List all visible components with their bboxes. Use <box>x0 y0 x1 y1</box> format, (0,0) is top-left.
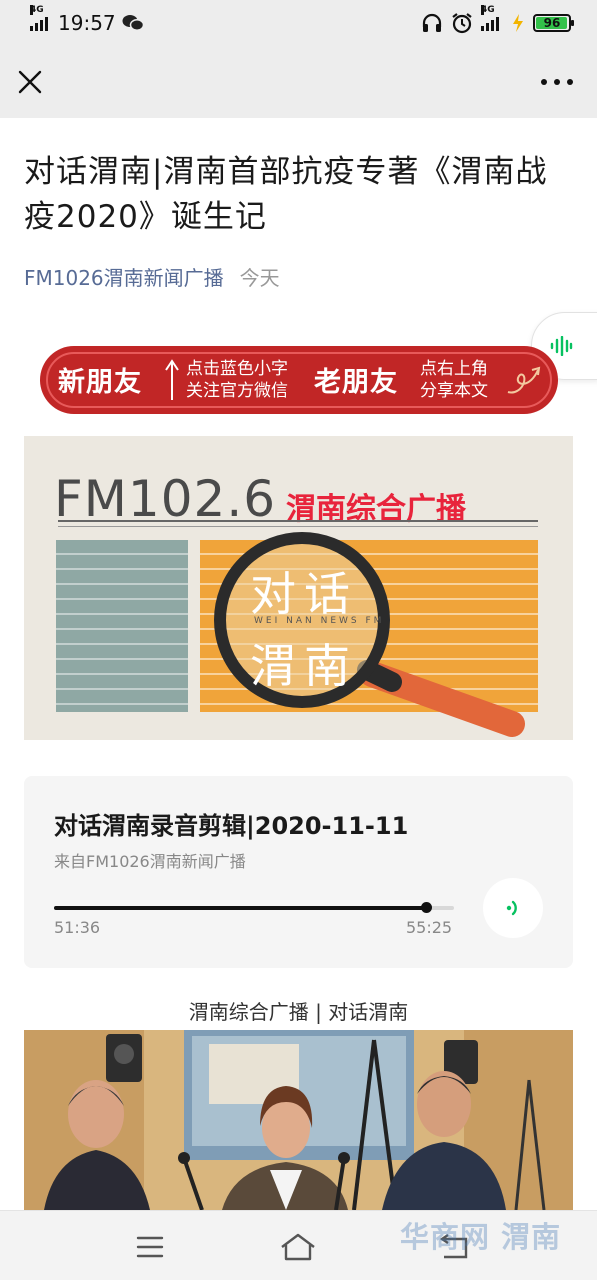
studio-photo <box>24 1030 573 1210</box>
headphones-icon <box>422 13 442 32</box>
audio-current-time: 51:36 <box>54 918 101 937</box>
signal-icon-2: 4G <box>481 5 499 31</box>
article-meta: FM1026渭南新闻广播 今天 <box>24 262 280 291</box>
close-icon <box>18 70 42 94</box>
new-hint-2: 关注官方微信 <box>186 381 288 401</box>
alarm-icon <box>452 13 472 34</box>
home-button[interactable] <box>278 1231 318 1263</box>
clock: 19:57 <box>58 11 116 35</box>
cover-show-subtitle: WEI NAN NEWS FM <box>254 616 385 626</box>
cover-show-line1: 对话 <box>250 567 358 621</box>
publish-date: 今天 <box>239 266 280 290</box>
signal-icon: 4G <box>30 5 48 31</box>
watermark: 华商网 渭南 <box>400 1220 562 1254</box>
top-nav <box>0 46 597 118</box>
old-friend-label: 老朋友 <box>314 367 398 398</box>
account-link[interactable]: FM1026渭南新闻广播 <box>24 262 224 291</box>
charging-icon <box>513 14 523 32</box>
more-button[interactable] <box>541 70 573 94</box>
progress-thumb[interactable] <box>421 902 432 913</box>
old-hint-1: 点右上角 <box>420 359 488 379</box>
new-friend-label: 新朋友 <box>58 367 142 398</box>
audio-title: 对话渭南录音剪辑|2020-11-11 <box>54 812 409 840</box>
more-icon <box>541 79 547 85</box>
audio-play-button[interactable] <box>483 878 543 938</box>
curl-arrow-icon <box>507 366 541 394</box>
status-bar: 4G 19:57 4G 96 <box>0 0 597 46</box>
wechat-icon <box>122 15 144 31</box>
audio-wave-icon <box>550 336 573 356</box>
menu-button[interactable] <box>130 1231 170 1263</box>
audio-player-card[interactable]: 对话渭南录音剪辑|2020-11-11 来自FM1026渭南新闻广播 51:36… <box>24 776 573 968</box>
menu-icon <box>136 1236 164 1258</box>
old-hint-2: 分享本文 <box>420 381 488 401</box>
new-hint-1: 点击蓝色小字 <box>186 359 288 379</box>
audio-total-time: 55:25 <box>406 918 453 937</box>
arrow-up-icon <box>165 359 179 400</box>
photo-caption: 渭南综合广播 | 对话渭南 <box>188 1000 409 1024</box>
play-icon <box>506 900 517 916</box>
studio-photo-illustration <box>24 1030 573 1210</box>
close-button[interactable] <box>14 66 46 98</box>
cover-show-line2: 渭南 <box>250 639 358 693</box>
article-title: 对话渭南|渭南首部抗疫专著《渭南战疫2020》诞生记 <box>24 154 548 235</box>
follow-banner: 新朋友 点击蓝色小字 关注官方微信 老朋友 点右上角 分享本文 <box>40 346 558 414</box>
battery-indicator: 96 <box>533 14 574 32</box>
home-icon <box>281 1233 315 1261</box>
audio-progress-bar[interactable] <box>54 902 454 913</box>
cover-image: FM102.6 渭南综合广播 对话 WEI NAN NEWS FM 渭南 <box>24 436 573 740</box>
audio-source: 来自FM1026渭南新闻广播 <box>54 852 246 871</box>
